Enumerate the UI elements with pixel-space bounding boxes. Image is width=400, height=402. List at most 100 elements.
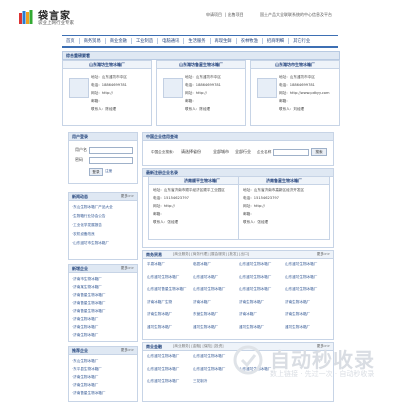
nav-item-invest[interactable]: 招商明细 xyxy=(263,38,290,44)
grid-link[interactable]: 潍坊生物冰箱厂 xyxy=(147,325,172,330)
search-title: 中国企业信用查询 xyxy=(146,134,178,139)
grid-link[interactable]: 山东潍坊生物冰箱厂 xyxy=(285,262,317,267)
grid-link[interactable]: 济南冰箱厂 xyxy=(239,312,257,317)
grid-link[interactable]: 东营生物冰箱厂 xyxy=(193,312,218,317)
list-item[interactable]: ·济南鲁星生物冰箱厂 xyxy=(72,293,106,298)
card-line: 邮箱： xyxy=(279,99,290,103)
card-line: 电话：15154623797 xyxy=(243,196,279,200)
register-link[interactable]: 注册 xyxy=(105,169,112,174)
trade-section-title[interactable]: 商务贸易 xyxy=(146,252,162,258)
card-line: 网址：http:// xyxy=(185,91,207,95)
list-item[interactable]: ·东平县生物冰箱厂 xyxy=(72,367,102,372)
grid-link[interactable]: 山东潍坊生物冰箱厂 xyxy=(147,379,179,384)
grid-link[interactable]: 山东潍坊生物冰箱厂 xyxy=(193,287,225,292)
category-select[interactable]: 全部行业 xyxy=(235,149,255,155)
finance-section-title[interactable]: 商业金融 xyxy=(146,344,162,350)
grid-link[interactable]: 山东潍坊生物冰箱厂 xyxy=(193,354,225,359)
grid-link[interactable]: 济南冰箱厂生物 xyxy=(147,300,172,305)
grid-link[interactable]: 济南冰箱厂 xyxy=(193,300,211,305)
card-line: 邮箱： xyxy=(91,99,102,103)
card-title[interactable]: 济南鲁星生物冰箱厂 xyxy=(239,177,329,185)
company-thumb xyxy=(163,78,183,98)
recommended-card[interactable]: 山东潍坊市生物冰箱厂 地址：山东潍坊市中区 电话：18864699781 网址：… xyxy=(250,60,340,126)
card-line: 网址：http:// xyxy=(243,204,265,208)
grid-link[interactable]: 潍坊生物冰箱厂 xyxy=(285,325,310,330)
grid-link[interactable]: 潍坊生物冰箱厂 xyxy=(193,325,218,330)
list-item[interactable]: ·济南生物冰箱厂 xyxy=(72,333,98,338)
list-item[interactable]: ·济南生物冰箱厂 xyxy=(72,383,98,388)
search-button[interactable]: 搜索 xyxy=(311,148,327,156)
province-select[interactable]: 请选择省份 xyxy=(181,149,211,155)
username-input[interactable] xyxy=(89,147,133,154)
nav-item-trade[interactable]: 商务贸易 xyxy=(80,38,106,44)
grid-link[interactable]: 山东潍坊生物冰箱厂 xyxy=(193,367,225,372)
nav-item-agri[interactable]: 农林牧渔 xyxy=(237,38,263,44)
nav-item-home[interactable]: 首页 xyxy=(62,38,80,44)
grid-link[interactable]: 山东潍坊生物冰箱厂 xyxy=(147,354,179,359)
new-enterprise-box: 新增企业 更多>> ·济南市生物冰箱厂 ·济南某生物冰箱厂 ·济南鲁星生物冰箱厂… xyxy=(68,264,138,342)
login-box: 用户登录 用户名 密码 登录 注册 xyxy=(68,132,138,184)
news-item[interactable]: ·东山生物冰箱厂产品大全 xyxy=(72,205,113,210)
recommend-enterprise-box: 推荐企业 更多>> ·东山生物冰箱厂 ·东平县生物冰箱厂 ·济南生物冰箱厂 ·济… xyxy=(68,346,138,402)
recommended-card[interactable]: 山东潍坊鲁星生物冰箱厂 地址：山东潍坊市中区 电话：18864699781 网址… xyxy=(156,60,246,126)
grid-link[interactable]: 济南生物冰箱厂 xyxy=(239,300,264,305)
news-item[interactable]: ·工业化学发展报告 xyxy=(72,223,102,228)
grid-link[interactable]: 潍坊生物冰箱厂 xyxy=(239,325,264,330)
list-item[interactable]: ·济南生物冰箱厂 xyxy=(72,325,98,330)
recommended-card[interactable]: 山东潍坊生物冰箱厂 地址：山东潍坊市中区 电话：18864699781 网址：h… xyxy=(62,60,152,126)
password-input[interactable] xyxy=(89,157,133,164)
finance-section-sublinks[interactable]: [商业服务] [金融] [保险] [投资] xyxy=(173,344,224,349)
top-link-sell[interactable]: 出售项目 xyxy=(228,12,244,17)
grid-link[interactable]: 山东潍坊生物冰箱厂 xyxy=(285,287,317,292)
new-enterprise-header: 新增企业 更多>> xyxy=(69,265,137,273)
grid-link[interactable]: 济南生物冰箱厂 xyxy=(147,312,172,317)
grid-link[interactable]: 山东潍坊生物冰箱厂 xyxy=(285,275,317,280)
grid-link[interactable]: 三花制冷 xyxy=(193,379,207,384)
site-logo-subtitle: 袋业上网行业专家 xyxy=(38,21,74,26)
nav-item-finance[interactable]: 商业金融 xyxy=(106,38,132,44)
books-logo-icon xyxy=(19,10,33,24)
card-title[interactable]: 山东潍坊生物冰箱厂 xyxy=(63,61,151,69)
grid-link[interactable]: 山东潍坊生物冰箱厂 xyxy=(147,275,179,280)
grid-link[interactable]: 山东潍坊生物冰箱厂 xyxy=(239,262,271,267)
news-item[interactable]: ·生物箱行业协会公告 xyxy=(72,214,106,219)
list-item[interactable]: ·济南某生物冰箱厂 xyxy=(72,285,102,290)
nav-item-services[interactable]: 生活服务 xyxy=(184,38,211,44)
list-item[interactable]: ·济南鲁星生物冰箱厂 xyxy=(72,301,106,306)
nav-item-other[interactable]: 其它行业 xyxy=(289,38,314,44)
trade-section-sublinks[interactable]: [商业服务] [商务代理] [展会服务] [批发] [出口] xyxy=(173,252,249,257)
city-select[interactable]: 全部城市 xyxy=(213,149,233,155)
keyword-input[interactable] xyxy=(273,149,309,156)
nav-item-fresh[interactable]: 再现生鲜 xyxy=(211,38,237,44)
top-link-apply[interactable]: 申请项目 xyxy=(206,12,222,17)
grid-link[interactable]: 山东潍坊生物冰箱厂 xyxy=(147,367,179,372)
nav-item-industry[interactable]: 工业制造 xyxy=(132,38,159,44)
grid-link[interactable]: 济南生物冰箱厂 xyxy=(285,312,310,317)
list-item[interactable]: ·东山生物冰箱厂 xyxy=(72,359,98,364)
list-item[interactable]: ·济南鲁星生物冰箱厂 xyxy=(72,309,106,314)
card-line: 地址：山东潍坊市中区 xyxy=(91,75,127,79)
news-item[interactable]: ·农机设备改良 xyxy=(72,232,95,237)
recommend-enterprise-more-link[interactable]: 更多>> xyxy=(121,348,134,353)
grid-link[interactable]: 济南生物冰箱厂 xyxy=(285,300,310,305)
card-title[interactable]: 山东潍坊市生物冰箱厂 xyxy=(251,61,339,69)
news-more-link[interactable]: 更多>> xyxy=(121,194,134,199)
grid-link[interactable]: 山东潍坊生物冰箱厂 xyxy=(239,287,271,292)
card-title[interactable]: 山东潍坊鲁星生物冰箱厂 xyxy=(157,61,245,69)
nav-item-telecom[interactable]: 电脑通讯 xyxy=(158,38,185,44)
grid-link[interactable]: 山东潍坊鲁星生物冰箱厂 xyxy=(147,287,187,292)
grid-link[interactable]: 山东潍坊冰箱厂 xyxy=(193,275,218,280)
grid-link[interactable]: 临邑冰箱厂 xyxy=(193,262,211,267)
list-item[interactable]: ·济南生物冰箱厂 xyxy=(72,375,98,380)
login-button[interactable]: 登录 xyxy=(89,168,103,176)
grid-link[interactable]: 山东潍坊生物冰箱厂 xyxy=(239,275,271,280)
grid-link[interactable]: 平泉冰箱厂 xyxy=(147,262,165,267)
new-enterprise-more-link[interactable]: 更多>> xyxy=(121,266,134,271)
latest-card[interactable]: 济南鲁星生物冰箱厂 地址：山东省济南市高新区经济开发区 电话：151546237… xyxy=(238,176,330,240)
list-item[interactable]: ·济南市生物冰箱厂 xyxy=(72,277,102,282)
list-item[interactable]: ·济南鲁星生物冰箱厂 xyxy=(72,391,106,396)
trade-section: 商务贸易 [商业服务] [商务代理] [展会服务] [批发] [出口] 更多>>… xyxy=(142,250,334,340)
list-item[interactable]: ·济南生物冰箱厂 xyxy=(72,317,98,322)
trade-section-more-link[interactable]: 更多>> xyxy=(317,252,330,257)
news-item[interactable]: ·山东潍坊市生物冰箱厂 xyxy=(72,241,109,246)
